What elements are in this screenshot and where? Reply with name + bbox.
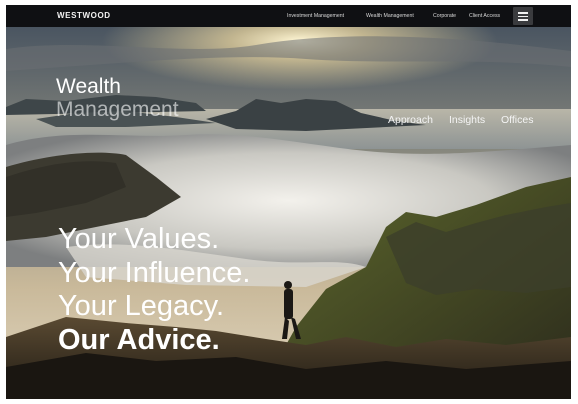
nav-wealth-management[interactable]: Wealth Management [366,13,414,19]
headline-line-values: Your Values. [58,223,220,255]
subnav-approach[interactable]: Approach [388,114,433,126]
section-title-line2: Management [56,98,179,121]
section-title-line1: Wealth [56,75,121,98]
hamburger-menu-icon [518,12,528,14]
hero-section: Wealth Management Approach Insights Offi… [6,27,571,399]
browser-viewport: WESTWOOD Investment Management Wealth Ma… [6,5,571,399]
brand-logo[interactable]: WESTWOOD [57,11,111,20]
top-navigation-bar: WESTWOOD Investment Management Wealth Ma… [6,5,571,27]
headline-line-influence: Your Influence. [58,256,251,289]
hamburger-menu-icon-bar [518,19,528,21]
hero-headline: Your Values. Your Influence. Your Legacy… [58,223,250,357]
headline-line-legacy: Your Legacy. [58,290,225,322]
hamburger-menu-icon-bar [518,15,528,18]
subnav-offices[interactable]: Offices [501,114,533,126]
nav-corporate[interactable]: Corporate [433,13,456,19]
menu-button[interactable] [513,7,533,25]
section-title: Wealth Management [56,75,179,121]
headline-line-advice: Our Advice. [58,323,220,356]
subnav-insights[interactable]: Insights [449,114,485,126]
nav-investment-management[interactable]: Investment Management [287,13,344,19]
nav-client-access[interactable]: Client Access [469,13,500,19]
